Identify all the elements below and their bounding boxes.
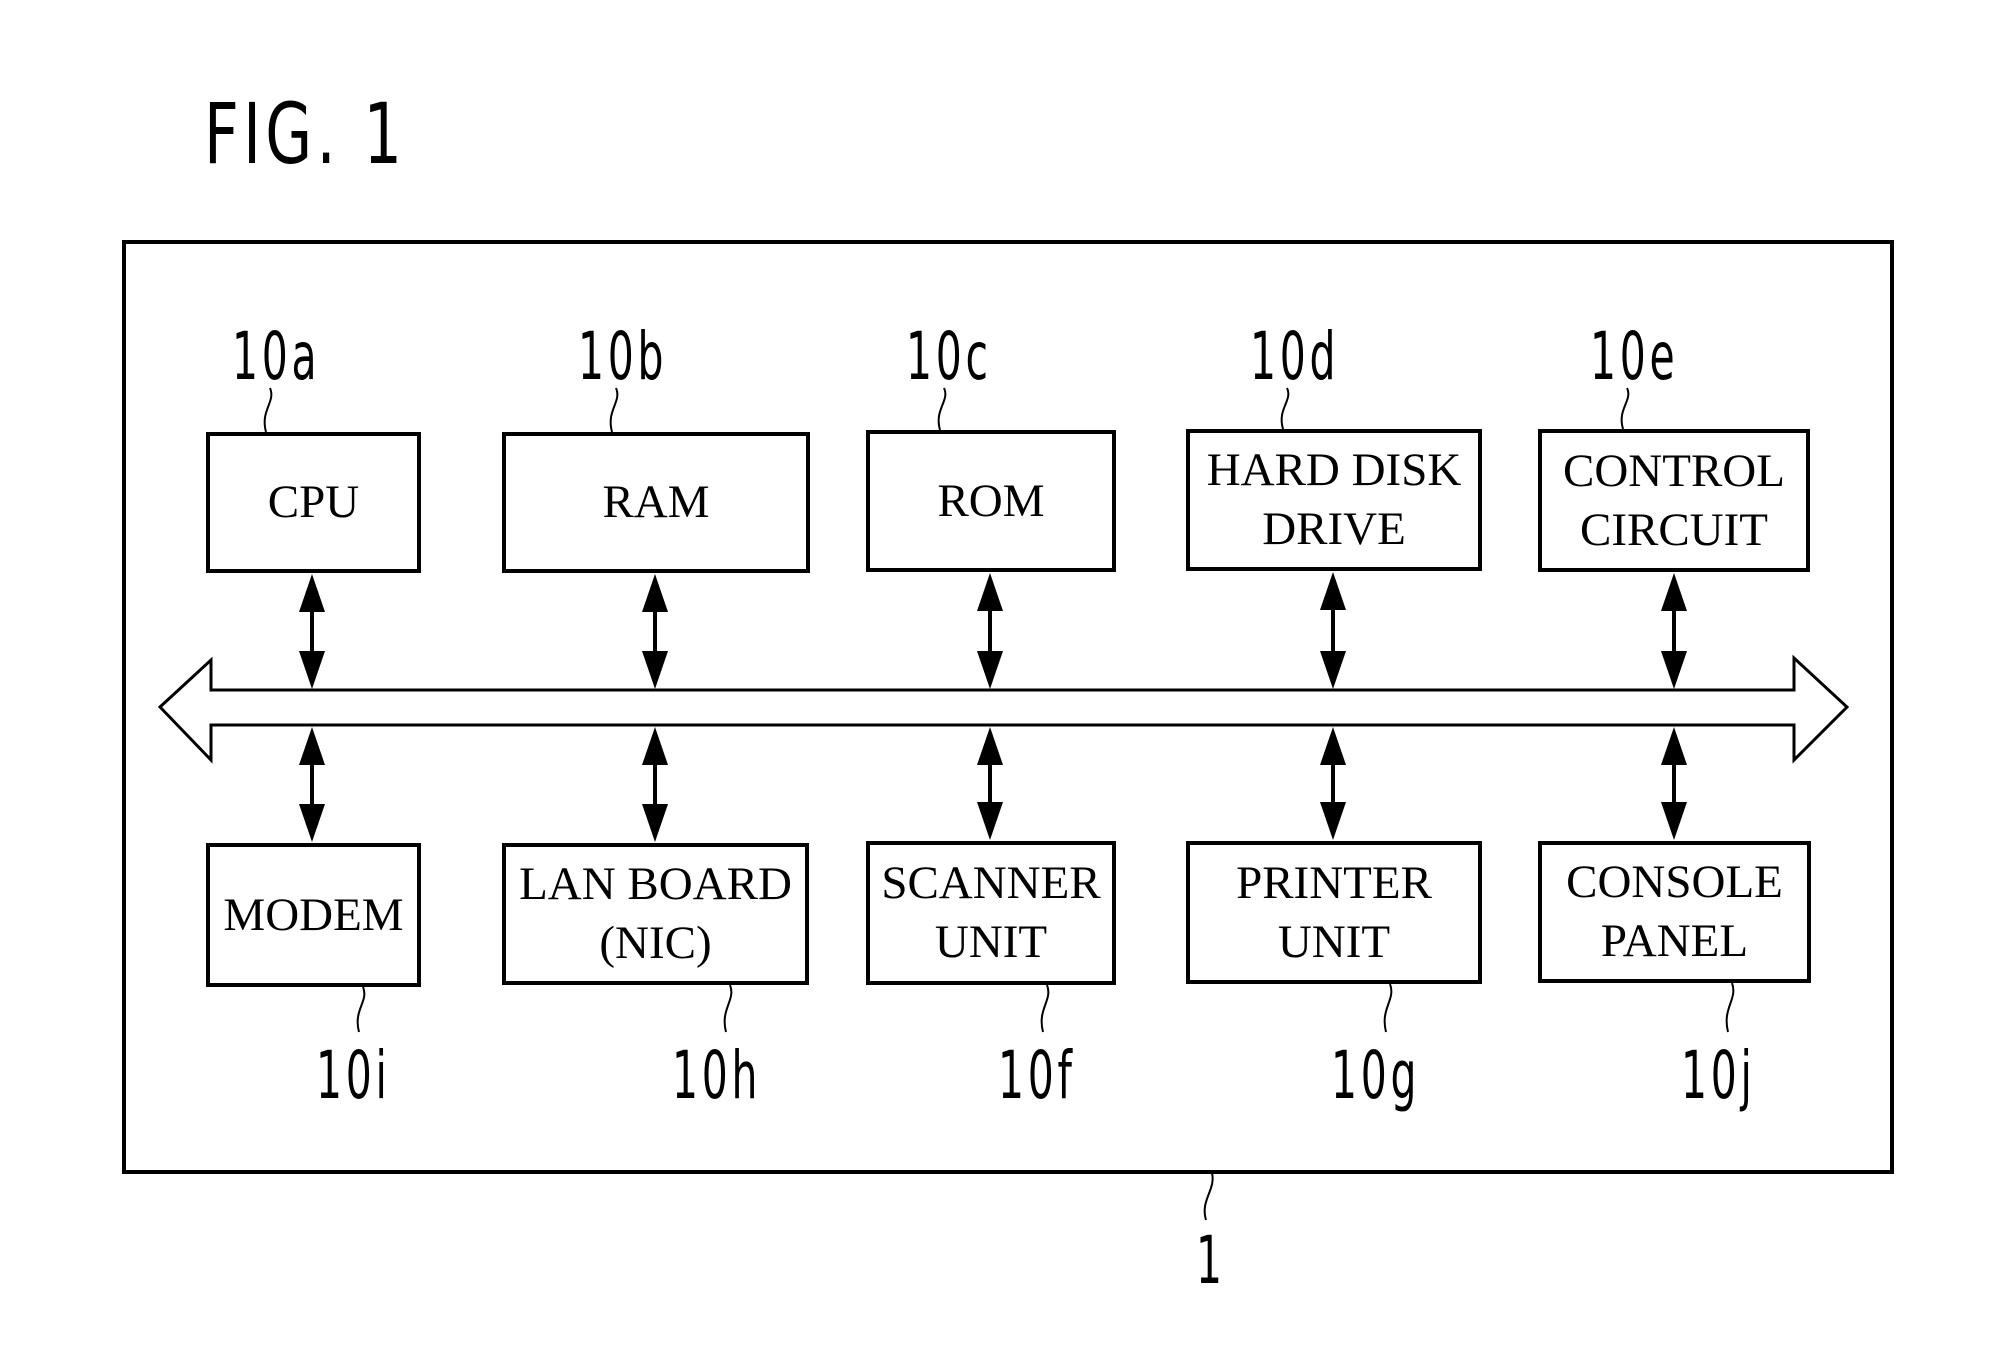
bus-connector-10b [642, 574, 668, 689]
arrowhead-up-icon [977, 727, 1003, 765]
leader-line-10j [1725, 982, 1735, 1033]
block-lan-board-nic: LAN BOARD (NIC) [502, 843, 809, 985]
block-rom: ROM [866, 430, 1116, 572]
block-label-line: MODEM [223, 888, 404, 941]
ref-label-10b: 10b [578, 318, 668, 395]
block-hard-disk-drive: HARD DISK DRIVE [1186, 429, 1482, 571]
block-label-line: RAM [602, 476, 710, 529]
block-label-line: (NIC) [599, 917, 712, 969]
arrowhead-up-icon [299, 727, 325, 765]
arrowhead-down-icon [642, 651, 668, 689]
block-label-line: LAN BOARD [519, 858, 792, 911]
block-label-line: CIRCUIT [1579, 503, 1768, 556]
bus-connector-10a [299, 574, 325, 689]
arrowhead-down-icon [1320, 802, 1346, 840]
arrowhead-down-icon [642, 804, 668, 842]
ref-label-10f: 10f [998, 1037, 1076, 1114]
block-control-circuit: CONTROL CIRCUIT [1538, 429, 1810, 572]
arrowhead-down-icon [1661, 651, 1687, 689]
system-ref-label: 1 [1196, 1222, 1226, 1299]
block-diagram: FIG. 1 CPU RAM ROM HARD DISK DRIVE CONTROL CIR… [0, 0, 2010, 1364]
bus-arrow [157, 654, 1850, 764]
arrowhead-up-icon [642, 727, 668, 765]
arrowhead-down-icon [299, 804, 325, 842]
arrowhead-up-icon [1661, 727, 1687, 765]
ref-label-10j: 10j [1681, 1037, 1756, 1114]
block-modem: MODEM [206, 843, 421, 987]
block-label-line: DRIVE [1262, 503, 1406, 555]
block-cpu: CPU [206, 432, 421, 573]
block-label-line: PANEL [1600, 915, 1749, 967]
block-label-line: CPU [267, 476, 360, 529]
leader-line-10i [356, 986, 366, 1033]
bus-connector-10j [1661, 727, 1687, 840]
bus-connector-10c [977, 573, 1003, 689]
block-label-line: SCANNER [881, 857, 1101, 910]
block-ram: RAM [502, 432, 810, 573]
arrowhead-up-icon [1661, 573, 1687, 611]
block-label-line: UNIT [934, 916, 1048, 968]
arrowhead-up-icon [1320, 727, 1346, 765]
arrowhead-down-icon [977, 651, 1003, 689]
ref-label-10h: 10h [672, 1037, 762, 1114]
system-leader-line [1203, 1172, 1214, 1221]
block-label-line: CONSOLE [1566, 856, 1783, 909]
bus-connector-10d [1320, 572, 1346, 689]
arrowhead-down-icon [1661, 802, 1687, 840]
bus-connector-10f [977, 727, 1003, 840]
ref-label-10e: 10e [1590, 318, 1679, 395]
diagram-lines [122, 240, 1894, 1221]
ref-label-10i: 10i [316, 1037, 391, 1114]
bus-connector-10g [1320, 727, 1346, 840]
ref-label-10d: 10d [1250, 318, 1340, 395]
arrowhead-up-icon [977, 573, 1003, 611]
ref-label-10c: 10c [906, 318, 992, 395]
arrowhead-up-icon [642, 574, 668, 612]
arrowhead-down-icon [299, 651, 325, 689]
ref-label-10g: 10g [1331, 1037, 1421, 1114]
arrowhead-down-icon [1320, 651, 1346, 689]
bus-connector-10h [642, 727, 668, 842]
leader-line-10g [1383, 983, 1393, 1033]
ref-label-10a: 10a [232, 318, 321, 395]
arrowhead-down-icon [977, 802, 1003, 840]
bus-connector-10i [299, 727, 325, 842]
bus-connector-10e [1661, 573, 1687, 689]
block-label-line: PRINTER [1236, 856, 1432, 909]
block-scanner-unit: SCANNER UNIT [866, 841, 1116, 985]
block-label-line: CONTROL [1563, 444, 1785, 497]
block-console-panel: CONSOLE PANEL [1538, 841, 1811, 983]
arrowhead-up-icon [299, 574, 325, 612]
block-label-line: ROM [937, 474, 1045, 527]
leader-line-10h [723, 984, 733, 1033]
leader-line-10f [1040, 984, 1050, 1033]
block-label-line: UNIT [1277, 915, 1391, 968]
block-printer-unit: PRINTER UNIT [1186, 841, 1482, 984]
arrowhead-up-icon [1320, 572, 1346, 610]
block-label-line: HARD DISK [1206, 444, 1462, 497]
